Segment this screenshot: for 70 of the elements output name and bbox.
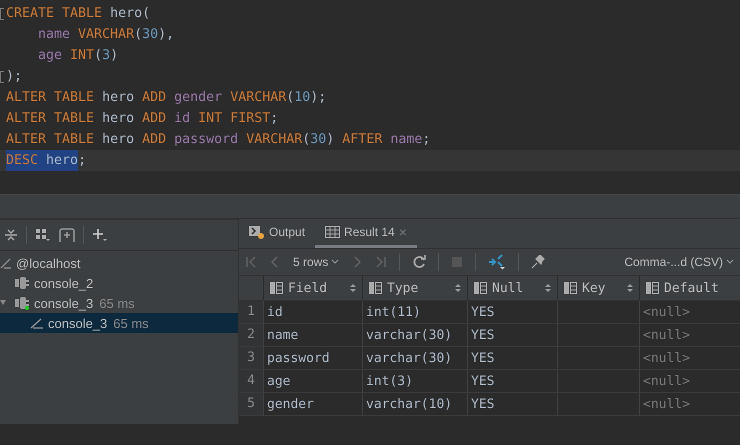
duration: 65 ms — [99, 296, 135, 310]
column-icon — [474, 282, 487, 294]
sort-icon[interactable] — [350, 283, 356, 293]
table-cell: <null> — [643, 304, 690, 320]
table-cell: gender — [267, 396, 314, 412]
refresh-icon[interactable] — [412, 255, 426, 269]
sort-icon[interactable] — [627, 283, 633, 293]
table-cell: int(3) — [366, 374, 413, 388]
tree-item[interactable]: console_3 65 ms — [0, 293, 238, 313]
collapse-icon[interactable] — [4, 228, 18, 242]
table-cell: YES — [471, 350, 494, 366]
column-header[interactable]: Default — [639, 276, 739, 300]
tree-item[interactable]: console_2 — [0, 273, 238, 293]
add-tab-icon[interactable] — [59, 228, 75, 242]
column-header[interactable]: Field — [263, 276, 362, 300]
caret-icon — [726, 259, 734, 265]
session-icon — [30, 317, 44, 329]
table-cell: <null> — [643, 328, 690, 342]
table-cell: name — [267, 328, 298, 342]
expand-arrow-icon[interactable] — [0, 300, 6, 306]
column-icon — [270, 282, 283, 294]
sort-icon[interactable] — [545, 283, 551, 293]
console-output-icon — [249, 225, 265, 239]
table-cell: age — [267, 374, 290, 388]
table-cell: varchar(30) — [366, 350, 452, 366]
connection-icon — [0, 257, 12, 269]
code-line: ALTER TABLE hero ADD password VARCHAR(30) AFTER name; — [5, 131, 432, 149]
code-line: name VARCHAR(30), — [37, 26, 176, 44]
add-icon[interactable] — [92, 228, 108, 242]
column-header[interactable]: Type — [362, 276, 467, 300]
row-number: 5 — [239, 393, 263, 415]
row-number: 2 — [239, 324, 263, 346]
table-cell: YES — [471, 374, 494, 388]
column-icon — [564, 282, 577, 294]
row-number: 4 — [239, 370, 263, 392]
compare-icon[interactable] — [488, 254, 506, 270]
tree-item[interactable]: console_3 65 ms — [0, 313, 238, 333]
code-line: age INT(3) — [37, 47, 120, 65]
column-icon — [646, 282, 659, 294]
table-cell: YES — [471, 304, 494, 320]
table-cell: YES — [471, 396, 494, 412]
table-cell: int(11) — [366, 304, 421, 320]
row-number: 1 — [239, 301, 263, 323]
table-cell: <null> — [643, 374, 690, 388]
code-line: ALTER TABLE hero ADD gender VARCHAR(10); — [5, 89, 328, 107]
table-cell: <null> — [643, 396, 690, 412]
duration: 65 ms — [113, 316, 149, 330]
table-icon — [325, 226, 340, 238]
code-line: CREATE TABLE hero( — [0, 3, 740, 24]
row-number: 3 — [239, 347, 263, 369]
table-cell: varchar(10) — [366, 396, 452, 412]
pin-icon[interactable] — [531, 255, 546, 269]
table-cell: <null> — [643, 350, 690, 366]
export-format-dropdown[interactable]: Comma-...d (CSV) — [624, 255, 734, 269]
group-icon[interactable] — [35, 228, 51, 242]
table-cell: YES — [471, 328, 494, 342]
table-cell: id — [267, 304, 283, 320]
code-line: ); — [0, 66, 740, 87]
code-line: ALTER TABLE hero ADD id INT FIRST; — [5, 110, 280, 128]
tree-item[interactable]: @localhost — [0, 253, 238, 273]
code-editor[interactable]: CREATE TABLE hero( name VARCHAR(30), age INT(3) ); ALTER TABLE hero ADD gender VARCHAR(10); ALTER TABLE hero ADD id INT FIRST; ALTER TABLE hero ADD password VARCHAR(30) AFTER name; DESC hero; — [0, 0, 740, 172]
table-cell: password — [267, 350, 330, 366]
caret-icon — [331, 259, 340, 265]
result-tab[interactable]: Output — [239, 219, 316, 248]
column-icon — [369, 282, 382, 294]
rows-dropdown[interactable]: 5 rows — [293, 255, 340, 269]
table-cell: varchar(30) — [366, 328, 452, 342]
sort-icon[interactable] — [455, 283, 461, 293]
column-header[interactable]: Null — [467, 276, 557, 300]
column-header[interactable]: Key — [557, 276, 639, 300]
